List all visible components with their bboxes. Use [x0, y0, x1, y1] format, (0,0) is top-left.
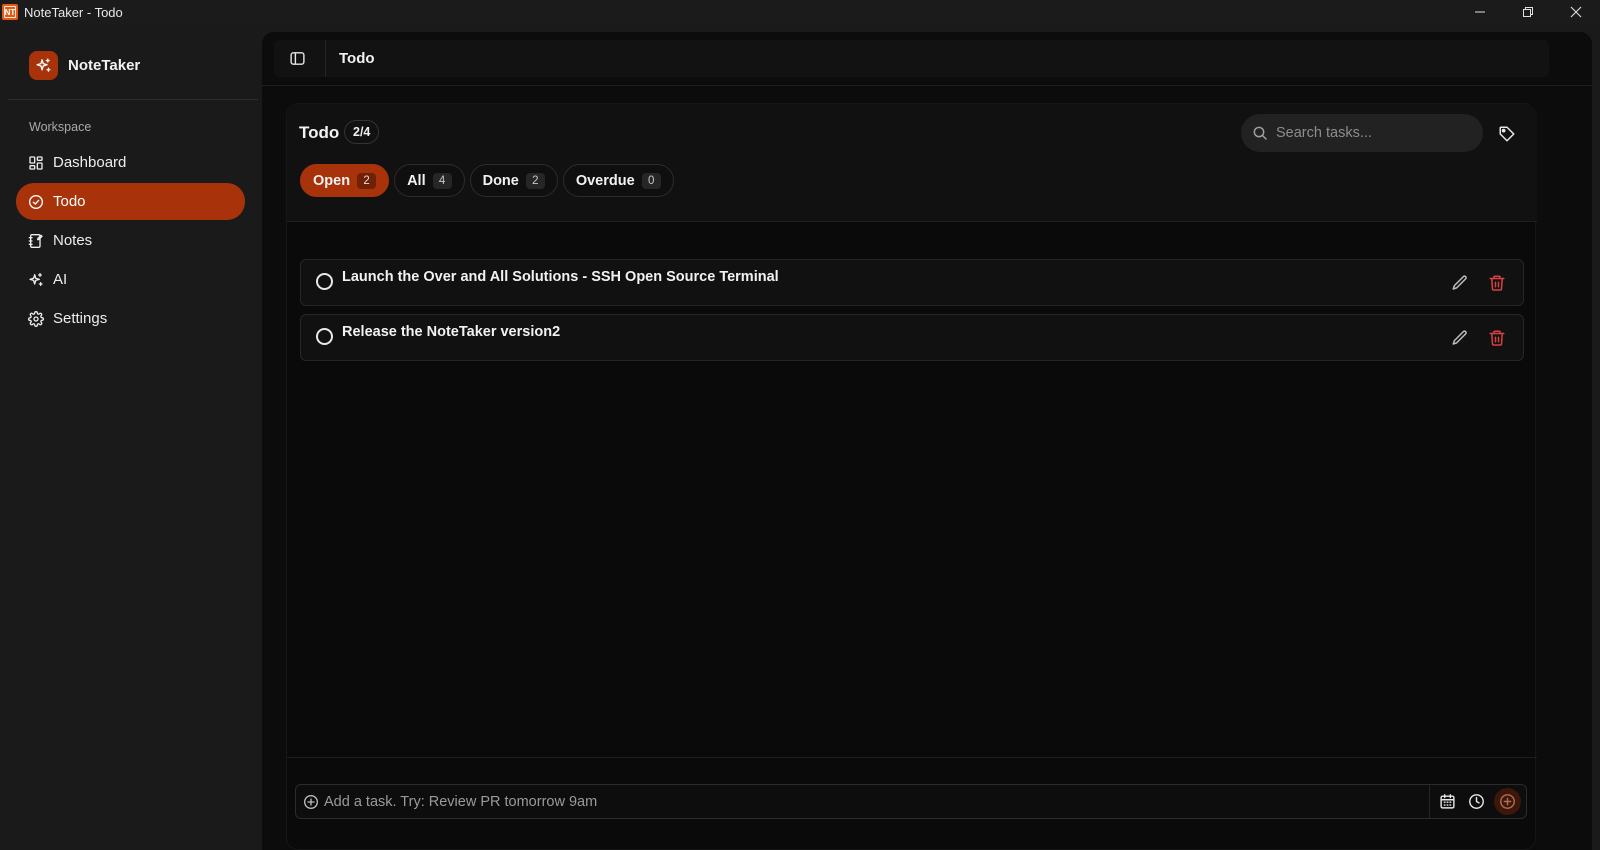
gear-icon: [28, 310, 44, 327]
sidebar-toggle-button[interactable]: [277, 40, 317, 77]
filter-label: Overdue: [575, 172, 635, 189]
filter-overdue[interactable]: Overdue 0: [562, 164, 674, 197]
app-icon-text: NT: [4, 7, 16, 17]
search-input[interactable]: [1276, 125, 1466, 141]
section-label: Workspace: [29, 120, 92, 134]
filter-count-badge: 0: [641, 172, 661, 189]
edit-pencil-icon[interactable]: [1451, 329, 1469, 347]
close-icon: [1570, 6, 1582, 18]
brand[interactable]: NoteTaker: [29, 51, 140, 80]
task-title[interactable]: Launch the Over and All Solutions - SSH …: [342, 269, 779, 285]
restore-button[interactable]: [1504, 0, 1552, 24]
tag-icon: [1499, 126, 1515, 142]
main-area: Todo Todo 2/4 Open 2: [262, 32, 1592, 850]
sparkles-icon: [29, 272, 43, 286]
sidebar-item-ai[interactable]: AI: [16, 261, 245, 298]
todo-count-badge: 2/4: [344, 120, 380, 144]
sidebar-item-notes[interactable]: Notes: [16, 222, 245, 259]
clock-icon[interactable]: [1468, 793, 1485, 810]
sidebar-item-label: Dashboard: [53, 154, 127, 171]
minimize-icon: [1475, 11, 1485, 13]
sidebar-nav: Dashboard Todo Notes AI Settings: [16, 144, 245, 339]
task-item: Release the NoteTaker version2: [300, 314, 1524, 361]
trash-icon[interactable]: [1488, 329, 1506, 347]
brand-name: NoteTaker: [68, 57, 141, 74]
plus-circle-icon: [1500, 794, 1515, 809]
brand-logo: [29, 51, 58, 80]
sidebar-divider: [8, 99, 258, 100]
add-task-input[interactable]: [324, 793, 1424, 810]
sidebar-toggle-icon: [289, 52, 305, 65]
plus-circle-icon: [304, 794, 318, 809]
app-icon: NT: [2, 4, 18, 20]
tags-button[interactable]: [1496, 123, 1518, 145]
sidebar-item-label: AI: [53, 271, 68, 288]
task-list: Launch the Over and All Solutions - SSH …: [300, 259, 1524, 369]
task-composer: [295, 784, 1527, 819]
sidebar-item-label: Notes: [53, 232, 93, 249]
todo-title: Todo: [299, 123, 340, 142]
trash-icon[interactable]: [1488, 274, 1506, 292]
calendar-icon[interactable]: [1439, 793, 1456, 810]
filter-label: Open: [313, 172, 351, 189]
filter-open[interactable]: Open 2: [300, 164, 390, 197]
sidebar-item-dashboard[interactable]: Dashboard: [16, 144, 245, 181]
filter-label: All: [407, 172, 426, 189]
filter-done[interactable]: Done 2: [469, 164, 558, 197]
filter-all[interactable]: All 4: [394, 164, 465, 197]
sidebar: NoteTaker Workspace Dashboard Todo Notes: [0, 24, 262, 850]
composer-separator: [1429, 785, 1430, 818]
sidebar-item-label: Settings: [53, 310, 108, 327]
task-checkbox[interactable]: [316, 328, 333, 345]
task-item: Launch the Over and All Solutions - SSH …: [300, 259, 1524, 306]
add-task-button[interactable]: [1494, 788, 1521, 815]
edit-pencil-icon[interactable]: [1451, 274, 1469, 292]
dashboard-icon: [29, 155, 43, 170]
sidebar-item-label: Todo: [53, 193, 86, 210]
filter-count-badge: 4: [432, 172, 452, 189]
todo-header: Todo 2/4 Open 2 All 4: [287, 104, 1537, 222]
task-checkbox[interactable]: [316, 273, 333, 290]
filter-count-badge: 2: [525, 172, 545, 189]
sparkles-icon: [36, 58, 51, 72]
sidebar-item-todo[interactable]: Todo: [16, 183, 245, 220]
filter-label: Done: [482, 172, 519, 189]
check-circle-icon: [29, 194, 43, 209]
filter-tabs: Open 2 All 4 Done 2 Overdue 0: [300, 164, 679, 197]
search-icon: [1253, 126, 1267, 140]
todo-panel: Todo 2/4 Open 2 All 4: [286, 103, 1537, 850]
search-box[interactable]: [1241, 114, 1483, 152]
topbar-divider: [262, 85, 1592, 86]
restore-icon: [1523, 7, 1533, 17]
topbar: Todo: [274, 40, 1549, 77]
window-title: NoteTaker - Todo: [24, 4, 123, 20]
topbar-separator: [325, 40, 326, 77]
filter-count-badge: 2: [357, 172, 377, 189]
close-button[interactable]: [1552, 0, 1600, 24]
minimize-button[interactable]: [1456, 0, 1504, 24]
notebook-icon: [28, 233, 43, 248]
sidebar-item-settings[interactable]: Settings: [16, 300, 245, 337]
window-titlebar: NT NoteTaker - Todo: [0, 0, 1600, 24]
window-controls: [1456, 0, 1600, 24]
page-title: Todo: [339, 50, 375, 67]
task-title[interactable]: Release the NoteTaker version2: [342, 324, 560, 340]
composer-divider: [287, 757, 1537, 758]
